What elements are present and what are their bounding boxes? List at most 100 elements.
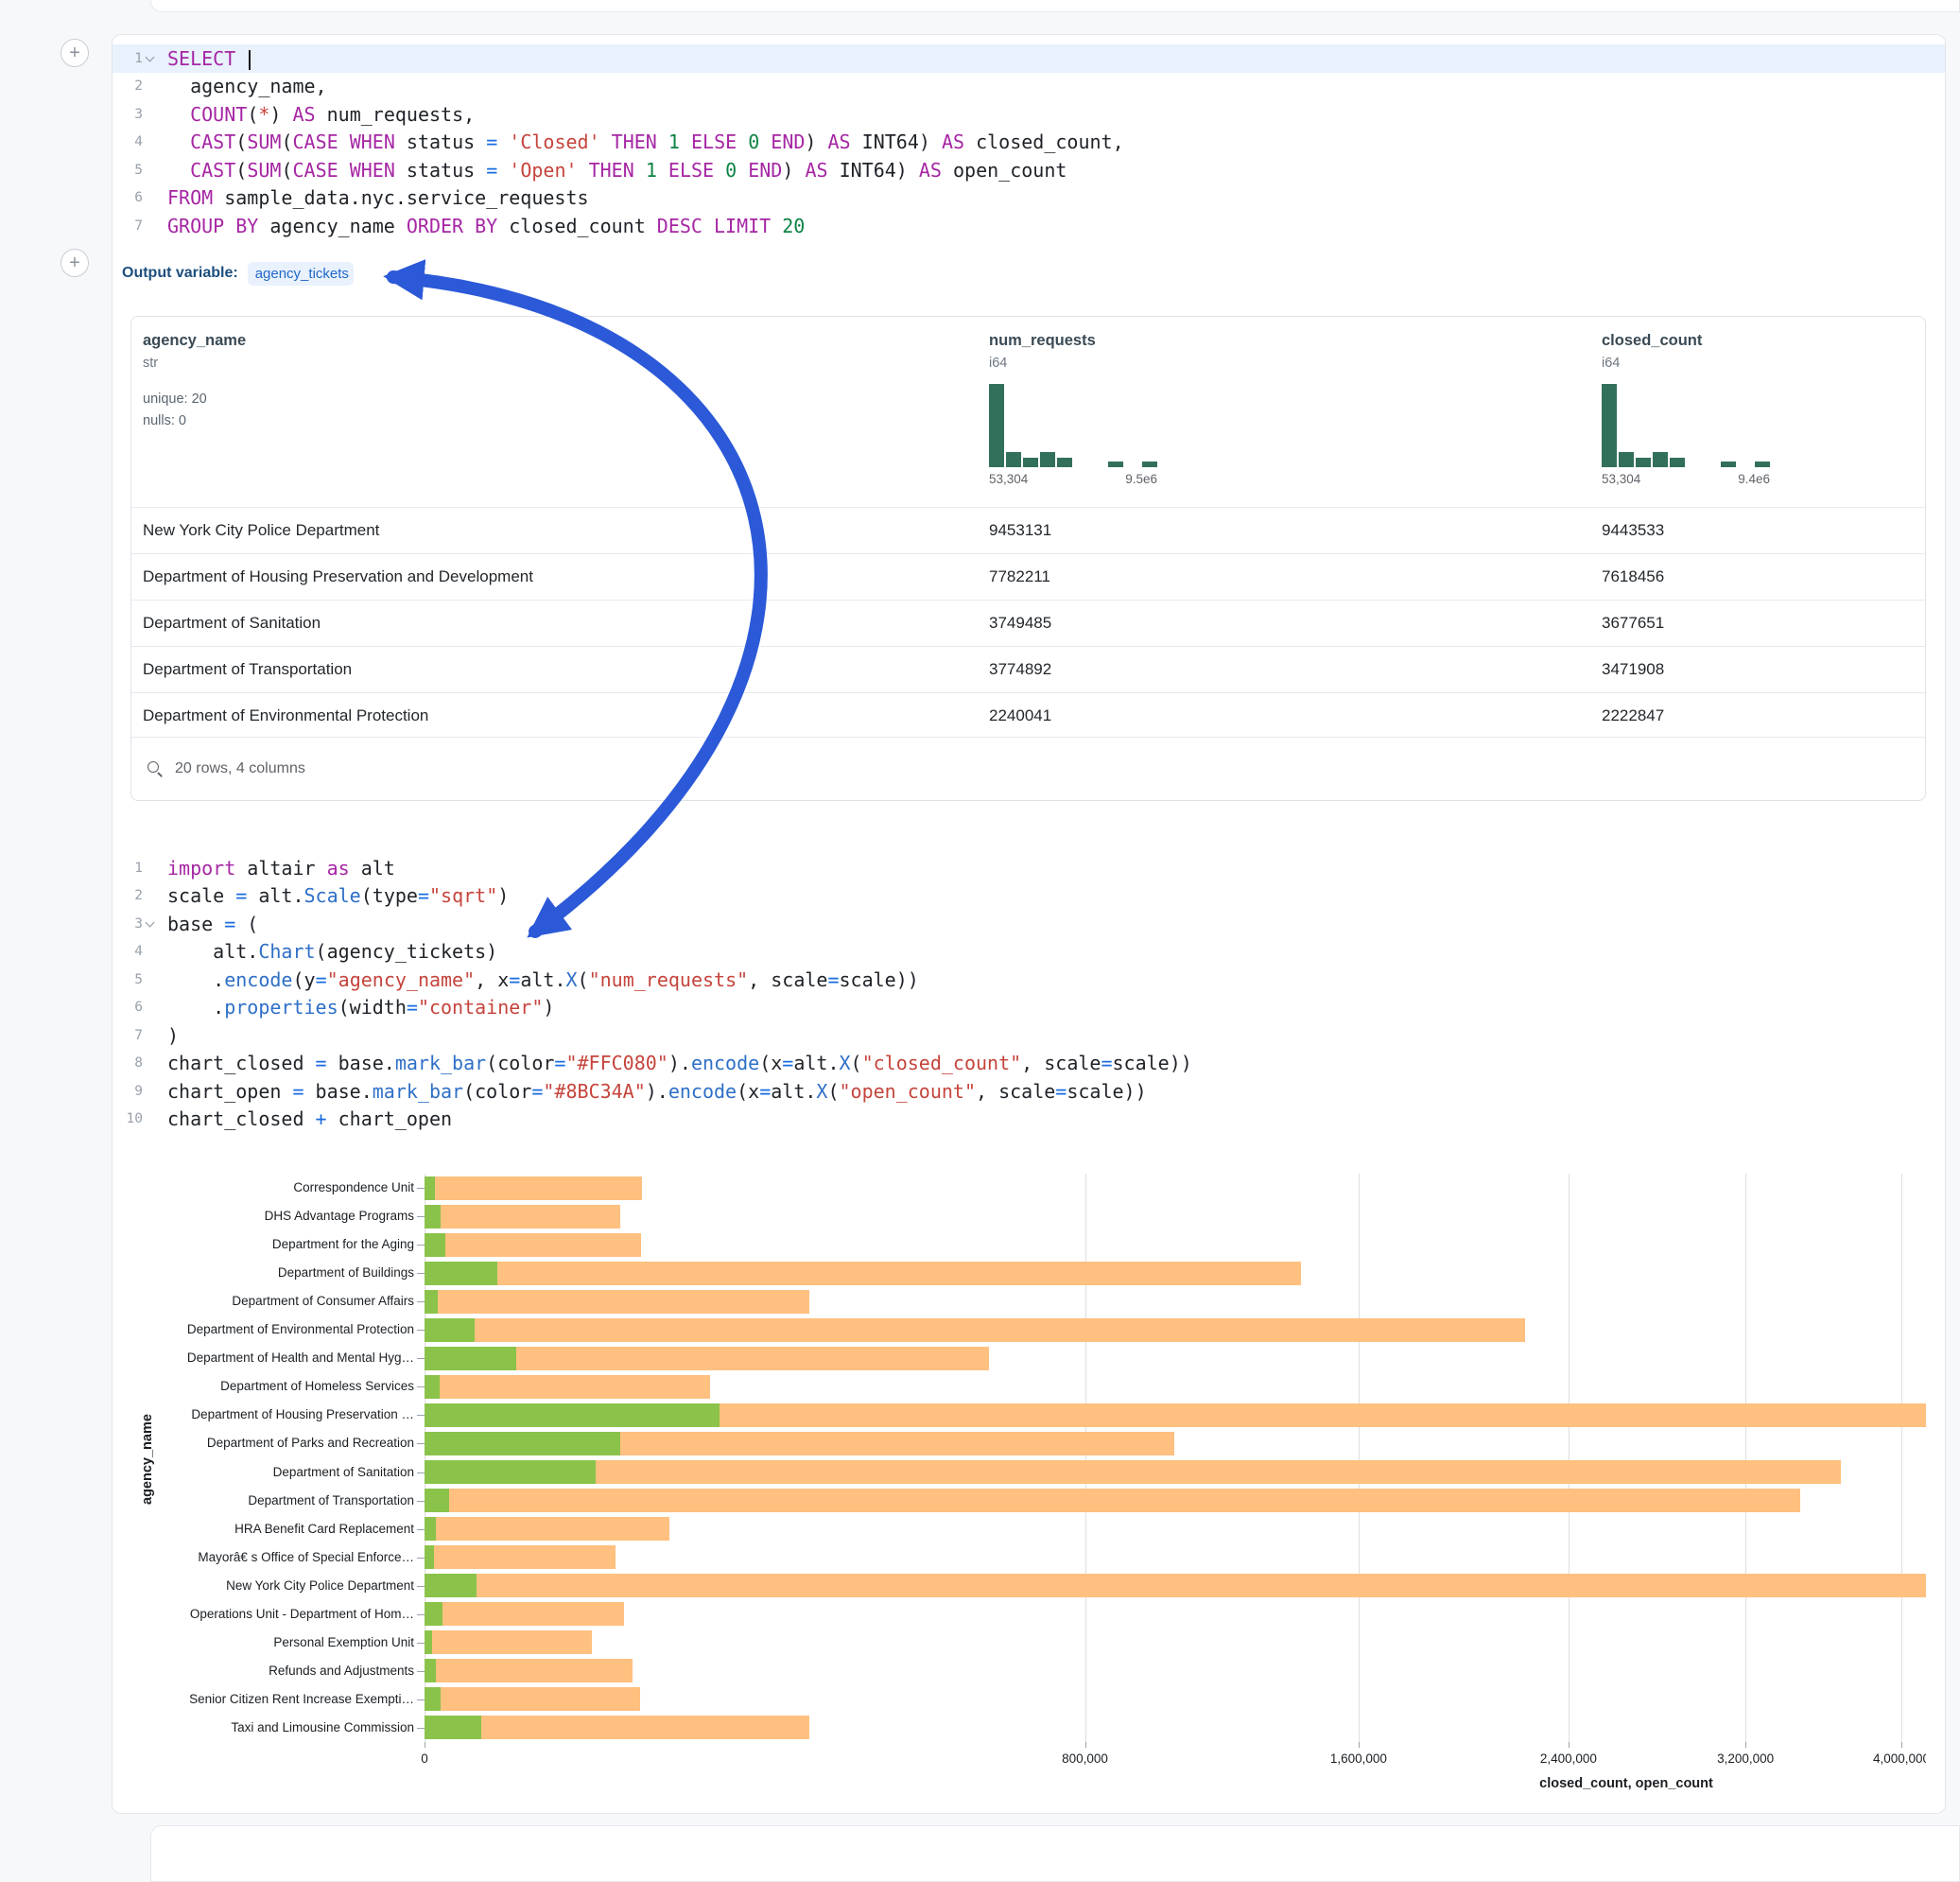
- cell-value: 2240041: [989, 706, 1051, 725]
- code-line[interactable]: 8chart_closed = base.mark_bar(color="#FF…: [113, 1050, 1945, 1078]
- code-text: chart_closed + chart_open: [167, 1107, 452, 1130]
- add-cell-button[interactable]: +: [61, 39, 89, 67]
- bar-open: [425, 1630, 432, 1654]
- table-row: Department of Housing Preservation and D…: [131, 553, 1925, 600]
- bar-open: [425, 1290, 438, 1314]
- bar-open: [425, 1176, 435, 1200]
- code-line[interactable]: 4 alt.Chart(agency_tickets): [113, 938, 1945, 967]
- line-number-gutter: 2: [113, 888, 164, 903]
- code-line[interactable]: 3base = (: [113, 910, 1945, 938]
- table-footer: 20 rows, 4 columns: [131, 737, 1925, 800]
- cell-value: 9443533: [1602, 521, 1664, 540]
- y-axis-category-label: New York City Police Department: [130, 1578, 414, 1594]
- python-editor[interactable]: 1import altair as alt2scale = alt.Scale(…: [113, 854, 1945, 1133]
- bar-open: [425, 1318, 475, 1342]
- code-line[interactable]: 6FROM sample_data.nyc.service_requests: [113, 184, 1945, 213]
- y-axis-category-label: HRA Benefit Card Replacement: [130, 1522, 414, 1537]
- histogram-axis-labels: 53,304 9.4e6: [1602, 472, 1770, 486]
- x-axis-tick: [1359, 1742, 1360, 1748]
- fold-chevron-icon[interactable]: [145, 53, 156, 64]
- line-number-gutter: 10: [113, 1111, 164, 1126]
- y-axis-category-label: Correspondence Unit: [130, 1180, 414, 1195]
- column-header-agency-name: agency_name str unique: 20 nulls: 0: [143, 332, 246, 428]
- y-axis-tick: [417, 1586, 425, 1587]
- histogram-bar: [1006, 452, 1021, 467]
- code-line[interactable]: 6 .properties(width="container"): [113, 994, 1945, 1022]
- bar-open: [425, 1375, 440, 1399]
- line-number-gutter: 1: [113, 51, 164, 66]
- output-variable-badge[interactable]: agency_tickets: [248, 262, 354, 286]
- cell-agency-name: Department of Sanitation: [143, 614, 321, 633]
- line-number: 6: [134, 1000, 143, 1015]
- line-number: 5: [134, 163, 143, 178]
- y-axis-tick: [417, 1728, 425, 1729]
- bar-closed: [425, 1517, 669, 1541]
- y-axis-tick: [417, 1415, 425, 1416]
- code-text: .properties(width="container"): [167, 996, 554, 1019]
- y-axis-title: agency_name: [140, 1414, 155, 1505]
- code-line[interactable]: 9chart_open = base.mark_bar(color="#8BC3…: [113, 1077, 1945, 1106]
- bar-closed: [425, 1659, 633, 1682]
- code-text: COUNT(*) AS num_requests,: [167, 103, 475, 126]
- line-number-gutter: 6: [113, 190, 164, 205]
- code-line[interactable]: 7GROUP BY agency_name ORDER BY closed_co…: [113, 212, 1945, 240]
- histogram-bars: [989, 384, 1157, 467]
- line-number: 6: [134, 190, 143, 205]
- search-icon[interactable]: [147, 760, 164, 777]
- output-variable-row: Output variable: agency_tickets: [122, 260, 354, 287]
- line-number: 1: [134, 51, 143, 66]
- code-line[interactable]: 10chart_closed + chart_open: [113, 1106, 1945, 1134]
- code-line[interactable]: 5 CAST(SUM(CASE WHEN status = 'Open' THE…: [113, 156, 1945, 184]
- gridline: [1359, 1174, 1360, 1742]
- y-axis-category-label: Department of Health and Mental Hyg…: [130, 1351, 414, 1366]
- line-number-gutter: 7: [113, 218, 164, 234]
- y-axis-tick: [417, 1330, 425, 1331]
- gridline: [1901, 1174, 1902, 1742]
- code-line[interactable]: 5 .encode(y="agency_name", x=alt.X("num_…: [113, 966, 1945, 994]
- x-axis-tick-label: 1,600,000: [1330, 1751, 1387, 1766]
- code-line[interactable]: 7): [113, 1021, 1945, 1050]
- gridline: [1085, 1174, 1086, 1742]
- line-number-gutter: 1: [113, 861, 164, 876]
- y-axis-tick: [417, 1358, 425, 1359]
- code-text: .encode(y="agency_name", x=alt.X("num_re…: [167, 968, 919, 991]
- bar-open: [425, 1489, 449, 1512]
- y-axis-category-label: Personal Exemption Unit: [130, 1635, 414, 1650]
- y-axis-tick: [417, 1188, 425, 1189]
- fold-chevron-icon[interactable]: [145, 918, 156, 930]
- add-cell-button[interactable]: +: [61, 249, 89, 277]
- y-axis-category-label: Department of Sanitation: [130, 1465, 414, 1480]
- histogram-bar: [989, 384, 1004, 467]
- code-line[interactable]: 1SELECT: [113, 44, 1945, 73]
- table-row: Department of Transportation377489234719…: [131, 646, 1925, 692]
- code-line[interactable]: 3 COUNT(*) AS num_requests,: [113, 100, 1945, 129]
- cell-agency-name: Department of Environmental Protection: [143, 706, 428, 725]
- table-row-count: 20 rows, 4 columns: [175, 760, 305, 777]
- code-line[interactable]: 4 CAST(SUM(CASE WHEN status = 'Closed' T…: [113, 129, 1945, 157]
- code-line[interactable]: 2scale = alt.Scale(type="sqrt"): [113, 882, 1945, 911]
- y-axis-category-label: Department of Homeless Services: [130, 1379, 414, 1394]
- y-axis-tick: [417, 1216, 425, 1217]
- y-axis-tick: [417, 1671, 425, 1672]
- cell-value: 7618456: [1602, 567, 1664, 586]
- x-axis-tick-label: 3,200,000: [1717, 1751, 1774, 1766]
- code-text: CAST(SUM(CASE WHEN status = 'Open' THEN …: [167, 159, 1067, 182]
- sql-editor[interactable]: 1SELECT 2 agency_name,3 COUNT(*) AS num_…: [113, 44, 1945, 240]
- cell-value: 3749485: [989, 614, 1051, 633]
- x-axis-tick-label: 4,000,000: [1873, 1751, 1926, 1766]
- x-axis-tick: [1745, 1742, 1746, 1748]
- line-number-gutter: 7: [113, 1028, 164, 1043]
- histogram-bar: [1636, 458, 1651, 467]
- y-axis-category-label: Department of Housing Preservation …: [130, 1407, 414, 1422]
- cell-value: 2222847: [1602, 706, 1664, 725]
- bar-closed: [425, 1630, 592, 1654]
- code-line[interactable]: 2 agency_name,: [113, 73, 1945, 101]
- bar-open: [425, 1262, 497, 1285]
- histogram-bar: [1602, 384, 1617, 467]
- code-text: CAST(SUM(CASE WHEN status = 'Closed' THE…: [167, 131, 1124, 153]
- column-histogram: 53,304 9.5e6: [989, 384, 1157, 486]
- cell-value: 7782211: [989, 567, 1050, 586]
- bar-closed: [425, 1233, 641, 1257]
- code-line[interactable]: 1import altair as alt: [113, 854, 1945, 882]
- bar-closed: [425, 1489, 1800, 1512]
